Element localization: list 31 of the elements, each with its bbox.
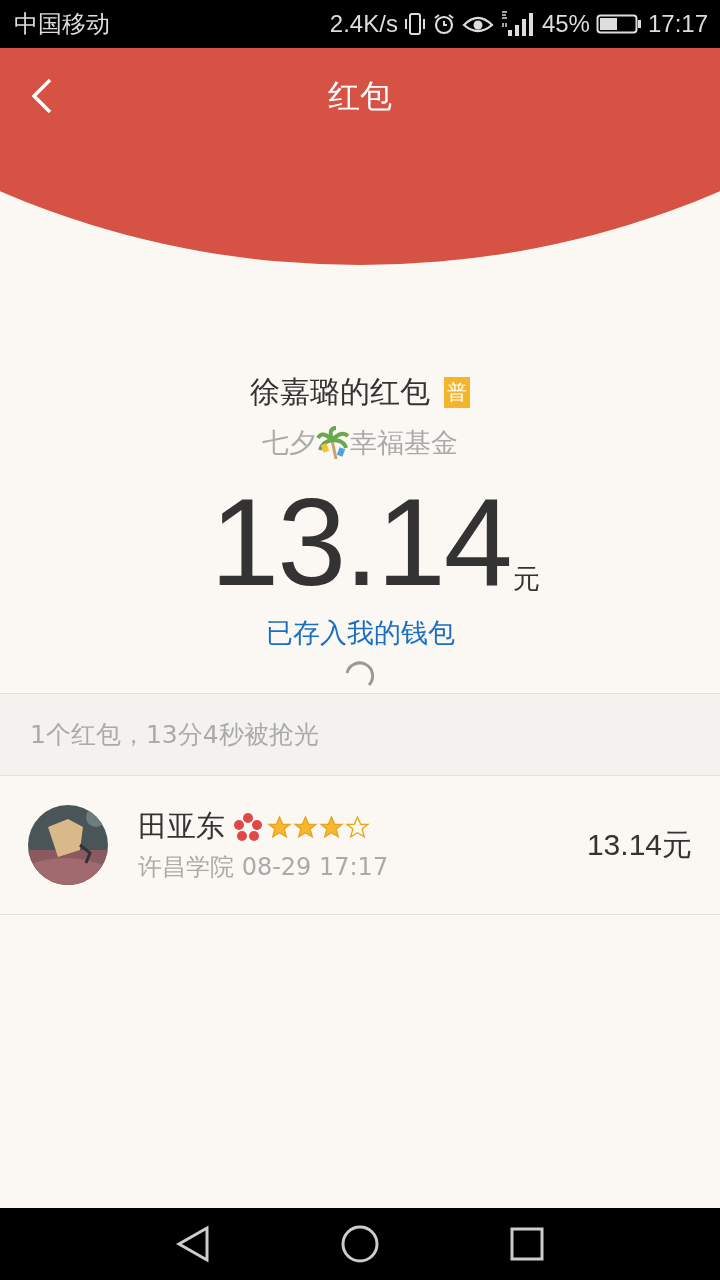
network-speed: 2.4K/s [329, 10, 398, 38]
palm-tree-icon [316, 426, 350, 460]
recipient-name: 田亚东 [138, 808, 225, 845]
carrier-name: 中国移动 [14, 9, 110, 39]
recipient-row[interactable]: 田亚东 许昌学院 08-29 17:17 13.14元 [0, 776, 720, 915]
recent-apps-icon[interactable] [509, 1226, 546, 1262]
sender-title: 徐嘉璐的红包 [250, 373, 430, 411]
star-icon [345, 814, 370, 840]
greeting-text: 幸福基金 [350, 426, 458, 460]
page-title: 红包 [328, 76, 392, 117]
flower-icon [232, 811, 264, 843]
greeting-text: 七夕 [262, 426, 316, 460]
clock-time: 17:17 [647, 10, 708, 38]
back-nav-icon[interactable] [174, 1225, 211, 1263]
back-button[interactable] [30, 76, 54, 116]
home-icon[interactable] [340, 1224, 380, 1264]
received-amount: 13.14元 [586, 826, 692, 863]
wallet-link[interactable]: 已存入我的钱包 [265, 615, 455, 651]
school-and-time: 许昌学院 08-29 17:17 [138, 852, 390, 883]
badge: 普 [444, 377, 470, 408]
back-icon [30, 76, 54, 116]
currency-unit: 元 [512, 562, 540, 596]
star-icon [319, 814, 344, 840]
star-icon [267, 814, 292, 840]
battery-percent: 45% [541, 10, 590, 38]
signal-icon [499, 10, 536, 38]
vibrate-icon [403, 12, 426, 36]
battery-icon [595, 13, 642, 35]
star-icon [293, 814, 318, 840]
summary-text: 1个红包，13分4秒被抢光 [30, 719, 319, 751]
amount-value: 13.14 [210, 487, 511, 597]
